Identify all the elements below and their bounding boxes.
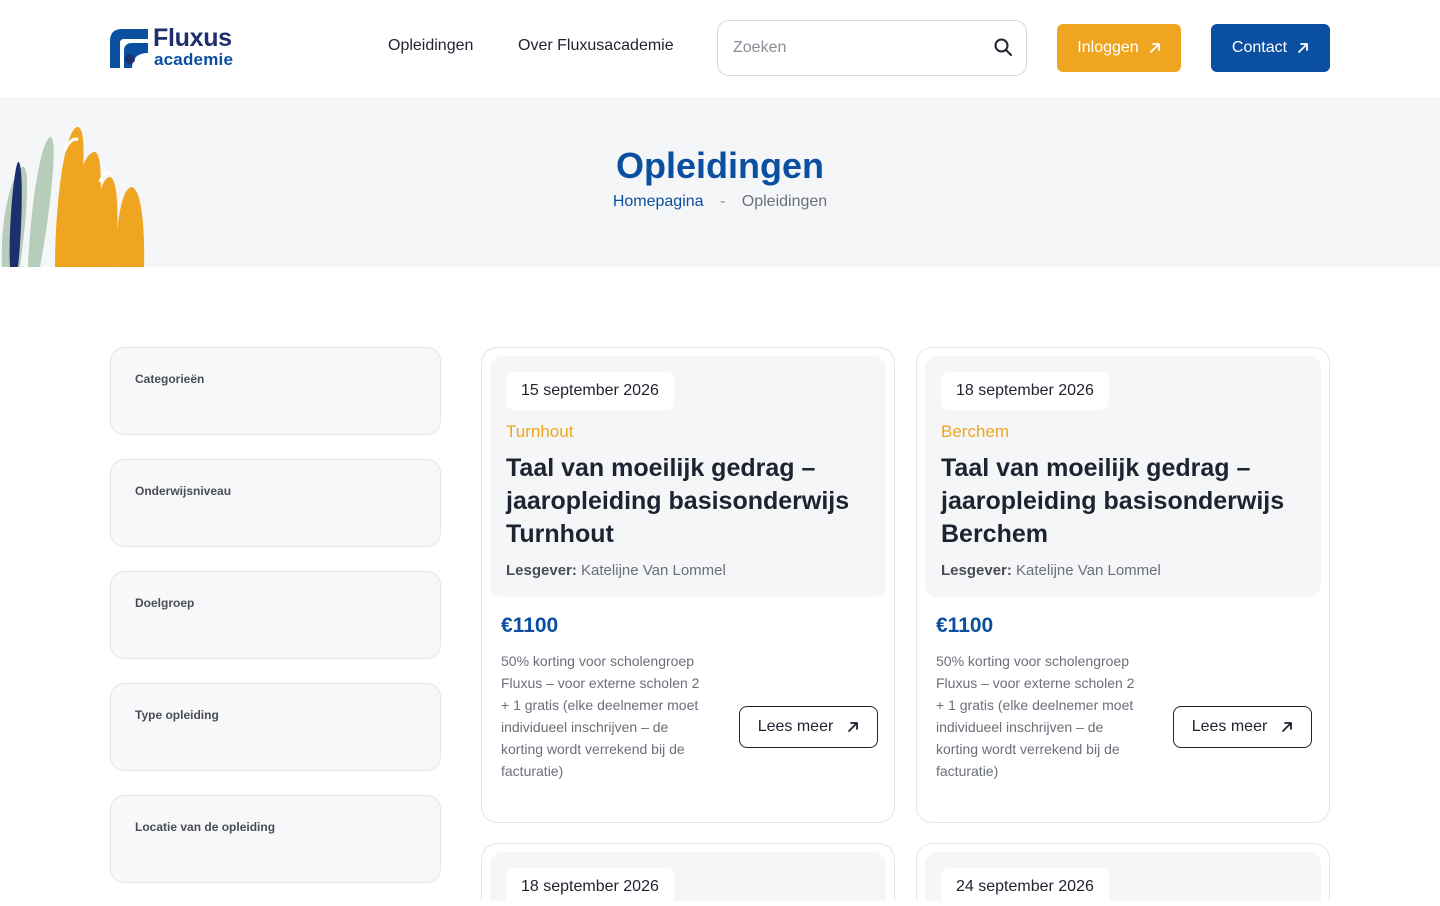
nav-opleidingen[interactable]: Opleidingen [388,37,473,55]
filter-type-opleiding[interactable]: Type opleiding [110,683,441,771]
arrow-up-right-icon [1298,43,1308,53]
course-card-header: 18 september 2026 Berchem Taal van moeil… [925,356,1321,597]
course-card[interactable]: 18 september 2026 [481,843,895,906]
fluxus-logo[interactable]: Fluxus academie [110,24,240,71]
search-box [717,20,1027,76]
teacher-name: Katelijne Van Lommel [581,562,726,579]
breadcrumb-home-link[interactable]: Homepagina [613,193,704,210]
page-title: Opleidingen [615,145,824,186]
read-more-label: Lees meer [1191,718,1268,735]
course-title[interactable]: Taal van moeilijk gedrag – jaaropleiding… [506,452,866,551]
contact-label: Contact [1231,39,1288,56]
course-price: €1100 [501,614,559,637]
filter-categorieen[interactable]: Categorieën [110,347,441,435]
course-discount-note: 50% korting voor scholengroep Fluxus – v… [936,653,1135,779]
course-location: Berchem [941,422,1010,441]
course-card-header: 15 september 2026 Turnhout Taal van moei… [490,356,886,597]
page-hero: Opleidingen Homepagina - Opleidingen [0,97,1440,267]
filter-label: Doelgroep [135,596,195,610]
search-icon[interactable] [993,37,1013,57]
course-card-header: 24 september 2026 [925,852,1321,906]
filter-label: Onderwijsniveau [135,484,232,498]
filter-label: Categorieën [135,372,205,386]
course-card[interactable]: 18 september 2026 Berchem Taal van moeil… [916,347,1330,823]
course-date: 18 september 2026 [506,868,674,906]
login-button[interactable]: Inloggen [1057,24,1181,72]
course-teacher: Lesgever: Katelijne Van Lommel [506,562,726,579]
logo-text-fluxus: Fluxus [153,24,232,52]
course-card-header: 18 september 2026 [490,852,886,906]
course-card[interactable]: 15 september 2026 Turnhout Taal van moei… [481,347,895,823]
filter-label: Locatie van de opleiding [135,820,276,834]
course-price: €1100 [936,614,994,637]
course-discount-note: 50% korting voor scholengroep Fluxus – v… [501,653,700,779]
teacher-label: Lesgever: [506,562,577,579]
course-title[interactable]: Taal van moeilijk gedrag – jaaropleiding… [941,452,1301,551]
filter-onderwijsniveau[interactable]: Onderwijsniveau [110,459,441,547]
course-teacher: Lesgever: Katelijne Van Lommel [941,562,1161,579]
teacher-name: Katelijne Van Lommel [1016,562,1161,579]
filter-doelgroep[interactable]: Doelgroep [110,571,441,659]
logo-text-academie: academie [154,50,234,69]
course-date: 24 september 2026 [941,868,1109,906]
filter-locatie[interactable]: Locatie van de opleiding [110,795,441,883]
course-location: Turnhout [506,422,574,441]
search-input[interactable] [733,21,983,75]
nav-over-fluxusacademie[interactable]: Over Fluxusacademie [518,37,674,55]
breadcrumb-separator: - [720,193,726,210]
breadcrumb-current: Opleidingen [741,193,828,210]
read-more-label: Lees meer [757,718,834,735]
breadcrumb: Homepagina - Opleidingen [0,193,1440,211]
filter-label: Type opleiding [135,708,219,722]
contact-button[interactable]: Contact [1211,24,1330,72]
login-label: Inloggen [1077,39,1139,56]
teacher-label: Lesgever: [941,562,1012,579]
arrow-up-right-icon [848,722,859,732]
arrow-up-right-icon [1282,722,1293,732]
arrow-up-right-icon [1149,43,1160,53]
course-date: 15 september 2026 [506,372,674,410]
logo-mark-icon [110,29,148,68]
site-header: Fluxus academie Opleidingen Over Fluxusa… [0,0,1440,97]
course-date: 18 september 2026 [941,372,1109,410]
read-more-button[interactable]: Lees meer [1173,706,1312,748]
read-more-button[interactable]: Lees meer [739,706,878,748]
course-card[interactable]: 24 september 2026 [916,843,1330,906]
